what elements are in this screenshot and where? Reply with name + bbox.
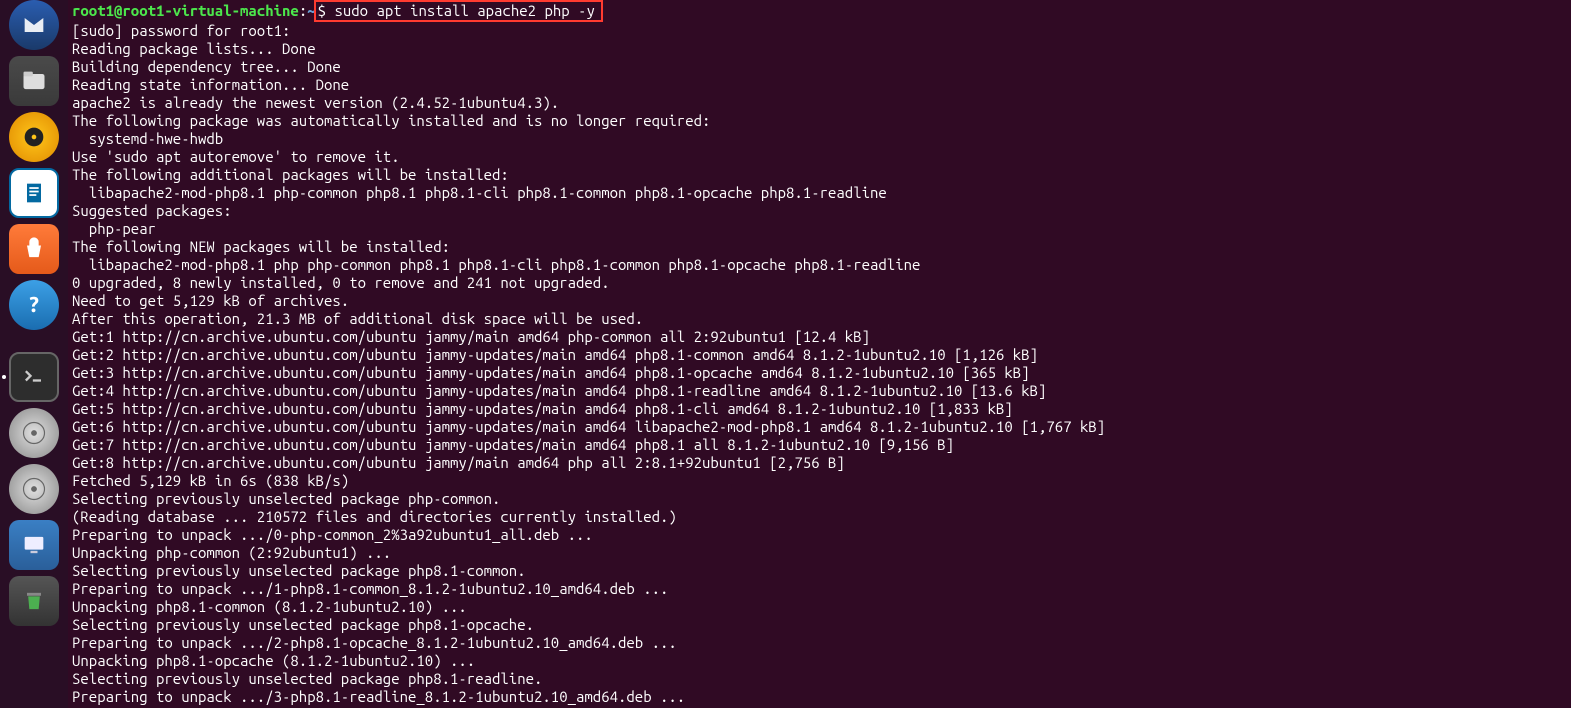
terminal-output-line: [sudo] password for root1: <box>72 22 1567 40</box>
terminal-output: [sudo] password for root1:Reading packag… <box>72 22 1567 706</box>
terminal-output-line: Reading state information... Done <box>72 76 1567 94</box>
terminal-output-line: Get:8 http://cn.archive.ubuntu.com/ubunt… <box>72 454 1567 472</box>
launcher-thunderbird-icon[interactable] <box>9 0 59 50</box>
terminal-output-line: The following additional packages will b… <box>72 166 1567 184</box>
prompt-user-host: root1@root1-virtual-machine <box>72 2 299 19</box>
svg-text:?: ? <box>28 292 40 316</box>
terminal-output-line: Get:7 http://cn.archive.ubuntu.com/ubunt… <box>72 436 1567 454</box>
launcher-terminal-icon[interactable] <box>9 352 59 402</box>
terminal-output-line: Need to get 5,129 kB of archives. <box>72 292 1567 310</box>
terminal-output-line: 0 upgraded, 8 newly installed, 0 to remo… <box>72 274 1567 292</box>
launcher-remmina-icon[interactable] <box>9 520 59 570</box>
terminal-output-line: Unpacking php-common (2:92ubuntu1) ... <box>72 544 1567 562</box>
terminal-output-line: Unpacking php8.1-common (8.1.2-1ubuntu2.… <box>72 598 1567 616</box>
terminal-output-line: After this operation, 21.3 MB of additio… <box>72 310 1567 328</box>
terminal-output-line: Get:1 http://cn.archive.ubuntu.com/ubunt… <box>72 328 1567 346</box>
launcher-trash-icon[interactable] <box>9 576 59 626</box>
prompt-line: root1@root1-virtual-machine:~$ sudo apt … <box>72 0 1567 22</box>
terminal-output-line: The following package was automatically … <box>72 112 1567 130</box>
launcher-disc1-icon[interactable] <box>9 408 59 458</box>
terminal-output-line: Reading package lists... Done <box>72 40 1567 58</box>
terminal-output-line: Selecting previously unselected package … <box>72 616 1567 634</box>
command-text: sudo apt install apache2 php -y <box>334 2 594 19</box>
terminal-output-line: Suggested packages: <box>72 202 1567 220</box>
launcher-libreoffice-icon[interactable] <box>9 168 59 218</box>
prompt-dollar: $ <box>318 2 335 19</box>
launcher-software-icon[interactable] <box>9 224 59 274</box>
terminal-output-line: Selecting previously unselected package … <box>72 490 1567 508</box>
launcher: ? <box>0 0 68 708</box>
launcher-rhythmbox-icon[interactable] <box>9 112 59 162</box>
terminal-output-line: (Reading database ... 210572 files and d… <box>72 508 1567 526</box>
terminal-output-line: Selecting previously unselected package … <box>72 562 1567 580</box>
terminal[interactable]: root1@root1-virtual-machine:~$ sudo apt … <box>68 0 1571 708</box>
terminal-output-line: Preparing to unpack .../0-php-common_2%3… <box>72 526 1567 544</box>
terminal-output-line: Preparing to unpack .../3-php8.1-readlin… <box>72 688 1567 706</box>
terminal-output-line: Use 'sudo apt autoremove' to remove it. <box>72 148 1567 166</box>
command-highlight: $ sudo apt install apache2 php -y <box>314 0 603 22</box>
terminal-output-line: Get:6 http://cn.archive.ubuntu.com/ubunt… <box>72 418 1567 436</box>
terminal-output-line: Fetched 5,129 kB in 6s (838 kB/s) <box>72 472 1567 490</box>
terminal-output-line: libapache2-mod-php8.1 php-common php8.1 … <box>72 184 1567 202</box>
terminal-output-line: Get:4 http://cn.archive.ubuntu.com/ubunt… <box>72 382 1567 400</box>
terminal-output-line: Selecting previously unselected package … <box>72 670 1567 688</box>
terminal-output-line: Building dependency tree... Done <box>72 58 1567 76</box>
launcher-files-icon[interactable] <box>9 56 59 106</box>
prompt-sep: : <box>299 2 307 19</box>
terminal-output-line: Preparing to unpack .../2-php8.1-opcache… <box>72 634 1567 652</box>
terminal-output-line: apache2 is already the newest version (2… <box>72 94 1567 112</box>
terminal-output-line: Get:5 http://cn.archive.ubuntu.com/ubunt… <box>72 400 1567 418</box>
terminal-output-line: Preparing to unpack .../1-php8.1-common_… <box>72 580 1567 598</box>
launcher-disc2-icon[interactable] <box>9 464 59 514</box>
terminal-output-line: Unpacking php8.1-opcache (8.1.2-1ubuntu2… <box>72 652 1567 670</box>
launcher-help-icon[interactable]: ? <box>9 280 59 330</box>
terminal-output-line: systemd-hwe-hwdb <box>72 130 1567 148</box>
terminal-output-line: The following NEW packages will be insta… <box>72 238 1567 256</box>
terminal-output-line: Get:3 http://cn.archive.ubuntu.com/ubunt… <box>72 364 1567 382</box>
terminal-output-line: libapache2-mod-php8.1 php php-common php… <box>72 256 1567 274</box>
terminal-output-line: php-pear <box>72 220 1567 238</box>
terminal-output-line: Get:2 http://cn.archive.ubuntu.com/ubunt… <box>72 346 1567 364</box>
